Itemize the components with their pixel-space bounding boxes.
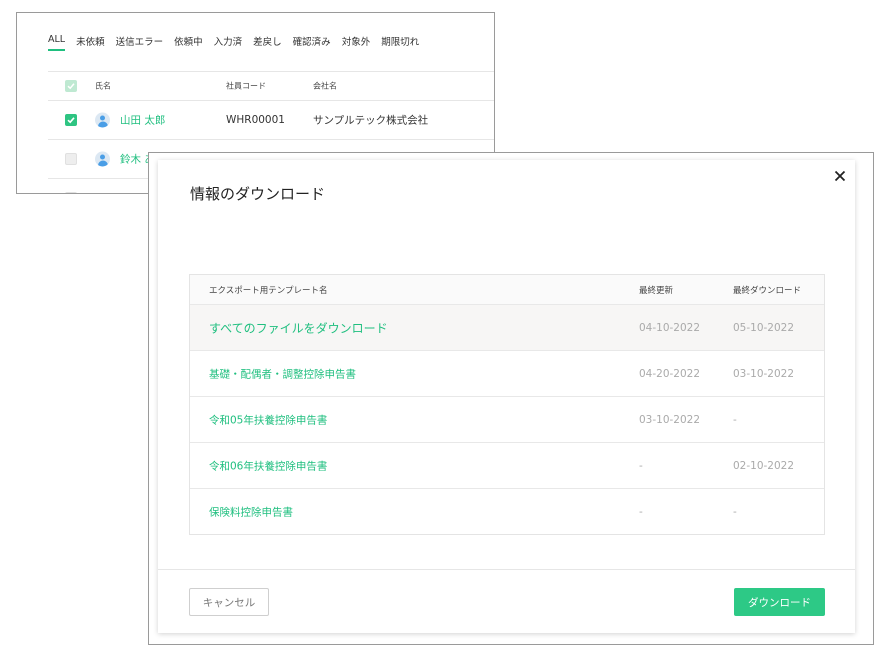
column-header-last-updated: 最終更新 <box>639 285 674 296</box>
last-updated-value: 04-20-2022 <box>639 367 701 380</box>
template-name-link[interactable]: すべてのファイルをダウンロード <box>209 319 388 336</box>
row-checkbox[interactable] <box>65 153 77 165</box>
row-checkbox-checked[interactable] <box>65 114 77 126</box>
download-modal: 情報のダウンロード エクスポート用テンプレート名 最終更新 最終ダウンロード す… <box>158 160 855 633</box>
tab-requested[interactable]: 依頼中 <box>174 34 203 51</box>
employee-name-link[interactable]: 山田 太郎 <box>120 113 165 128</box>
table-row[interactable]: すべてのファイルをダウンロード 04-10-2022 05-10-2022 <box>190 304 824 350</box>
template-name-link[interactable]: 保険料控除申告書 <box>209 504 293 519</box>
tab-entered[interactable]: 入力済 <box>214 34 243 51</box>
last-download-value: 03-10-2022 <box>733 367 795 380</box>
table-row[interactable]: 令和05年扶養控除申告書 03-10-2022 - <box>190 396 824 442</box>
column-header-code: 社員コード <box>226 81 266 91</box>
download-button[interactable]: ダウンロード <box>734 588 825 616</box>
tab-expired[interactable]: 期限切れ <box>381 34 419 51</box>
modal-footer: キャンセル ダウンロード <box>158 569 855 633</box>
last-updated-value: 03-10-2022 <box>639 413 701 426</box>
company-name: サンプルテック株式会社 <box>313 114 429 127</box>
employee-code: WHR00001 <box>226 114 285 126</box>
column-header-company: 会社名 <box>313 81 337 91</box>
template-name-link[interactable]: 基礎・配偶者・調整控除申告書 <box>209 366 356 381</box>
template-table: エクスポート用テンプレート名 最終更新 最終ダウンロード すべてのファイルをダウ… <box>189 274 825 535</box>
employee-table-header: 氏名 社員コード 会社名 <box>48 71 494 101</box>
column-header-last-download: 最終ダウンロード <box>733 285 802 296</box>
tab-all[interactable]: ALL <box>48 34 66 51</box>
last-updated-value: - <box>639 505 643 518</box>
tab-confirmed[interactable]: 確認済み <box>293 34 331 51</box>
table-row[interactable]: 令和06年扶養控除申告書 - 02-10-2022 <box>190 442 824 488</box>
select-all-checkbox[interactable] <box>65 80 77 92</box>
template-name-link[interactable]: 令和06年扶養控除申告書 <box>209 458 327 473</box>
tab-excluded[interactable]: 対象外 <box>342 34 371 51</box>
column-header-name: 氏名 <box>95 81 111 91</box>
template-table-header: エクスポート用テンプレート名 最終更新 最終ダウンロード <box>190 275 824 304</box>
status-tabs: ALL 未依頼 送信エラー 依頼中 入力済 差戻し 確認済み 対象外 期限切れ <box>48 34 430 51</box>
last-download-value: 05-10-2022 <box>733 321 795 334</box>
tab-not-requested[interactable]: 未依頼 <box>76 34 105 51</box>
table-row[interactable]: 山田 太郎 WHR00001 サンプルテック株式会社 <box>48 101 494 140</box>
user-avatar-icon <box>95 112 110 128</box>
column-header-template-name: エクスポート用テンプレート名 <box>209 285 328 296</box>
cancel-button[interactable]: キャンセル <box>189 588 269 616</box>
tab-returned[interactable]: 差戻し <box>253 34 282 51</box>
row-checkbox[interactable] <box>65 192 77 193</box>
table-row[interactable]: 保険料控除申告書 - - <box>190 488 824 534</box>
user-avatar-icon <box>95 151 110 167</box>
last-updated-value: - <box>639 459 643 472</box>
tab-send-error[interactable]: 送信エラー <box>116 34 164 51</box>
table-row[interactable]: 基礎・配偶者・調整控除申告書 04-20-2022 03-10-2022 <box>190 350 824 396</box>
last-updated-value: 04-10-2022 <box>639 321 701 334</box>
last-download-value: 02-10-2022 <box>733 459 795 472</box>
modal-title: 情報のダウンロード <box>190 185 326 203</box>
close-icon[interactable] <box>832 168 848 184</box>
last-download-value: - <box>733 413 737 426</box>
last-download-value: - <box>733 505 737 518</box>
template-name-link[interactable]: 令和05年扶養控除申告書 <box>209 412 327 427</box>
